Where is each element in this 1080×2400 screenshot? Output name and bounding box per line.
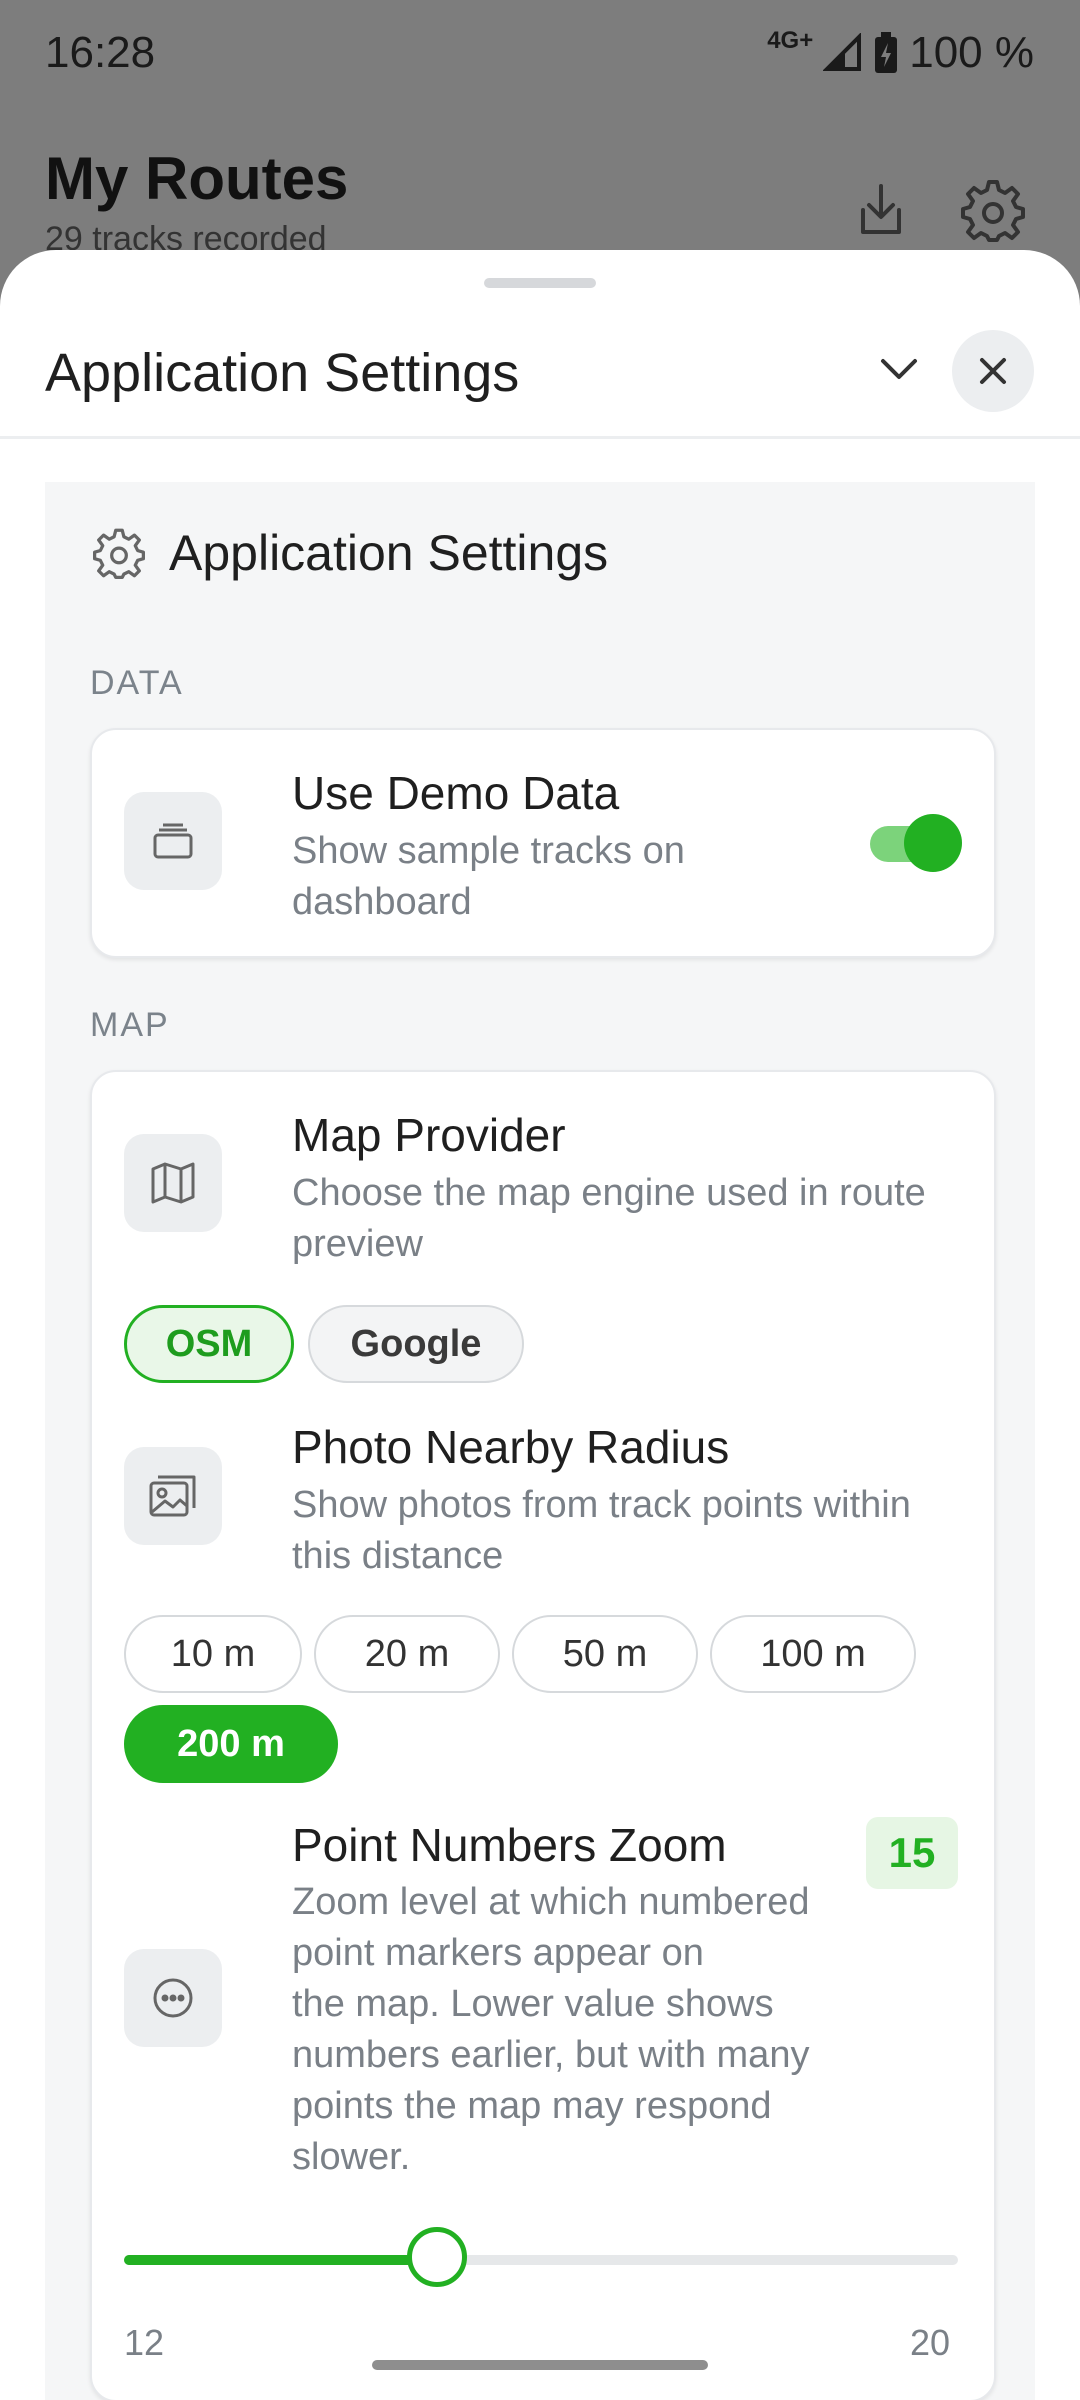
- zoom-slider-thumb[interactable]: [406, 2227, 467, 2287]
- zoom-desc-line-2: point markers appear on: [292, 1932, 704, 1974]
- settings-sheet: Application Settings Application Setting…: [0, 250, 1080, 2400]
- zoom-title: Point Numbers Zoom: [292, 1819, 727, 1871]
- drag-handle[interactable]: [484, 278, 596, 288]
- zoom-slider-max: 20: [910, 2322, 951, 2363]
- image-icon: [149, 1475, 196, 1517]
- demo-desc-line-2: dashboard: [292, 881, 472, 923]
- import-button[interactable]: [836, 165, 926, 255]
- collapse-button[interactable]: [862, 332, 936, 406]
- page-title: My Routes: [45, 145, 349, 212]
- zoom-slider-min: 12: [124, 2322, 165, 2363]
- close-button[interactable]: [952, 330, 1034, 412]
- demo-data-card: Use Demo Data Show sample tracks on dash…: [90, 728, 996, 958]
- demo-desc-line-1: Show sample tracks on: [292, 830, 685, 872]
- radius-option-20[interactable]: 20 m: [314, 1615, 500, 1693]
- provider-option-google[interactable]: Google: [308, 1305, 524, 1383]
- zoom-desc-line-6: slower.: [292, 2136, 411, 2178]
- demo-data-toggle[interactable]: [870, 812, 962, 876]
- panel-title: Application Settings: [169, 525, 609, 581]
- battery-icon: [875, 32, 898, 73]
- gear-icon: [93, 528, 145, 579]
- section-label-data: DATA: [90, 664, 184, 702]
- demo-icon-tile: [124, 792, 222, 890]
- sheet-title: Application Settings: [45, 343, 520, 403]
- network-type: 4G+: [767, 27, 814, 54]
- map-settings-card: Map Provider Choose the map engine used …: [90, 1070, 996, 2400]
- stack-icon: [153, 823, 193, 859]
- zoom-icon-tile: [124, 1949, 222, 2047]
- zoom-value-badge: 15: [866, 1817, 958, 1889]
- download-icon: [861, 184, 901, 234]
- photo-radius-desc-line-1: Show photos from track points within: [292, 1484, 911, 1526]
- signal-icon: [823, 33, 862, 71]
- photo-radius-title: Photo Nearby Radius: [292, 1421, 730, 1473]
- zoom-desc-line-1: Zoom level at which numbered: [292, 1881, 810, 1923]
- radius-option-50[interactable]: 50 m: [512, 1615, 698, 1693]
- provider-option-osm[interactable]: OSM: [124, 1305, 294, 1383]
- panel-header: Application Settings: [93, 524, 608, 582]
- battery-level: 100 %: [909, 28, 1034, 77]
- map-provider-desc-line-2: preview: [292, 1223, 423, 1265]
- toggle-knob: [904, 814, 962, 872]
- zoom-desc-line-4: numbers earlier, but with many: [292, 2034, 810, 2076]
- gear-icon: [961, 180, 1025, 242]
- photo-radius-desc-line-2: this distance: [292, 1535, 504, 1577]
- map-icon-tile: [124, 1134, 222, 1232]
- map-provider-title: Map Provider: [292, 1109, 566, 1161]
- status-indicators: 4G+ 100 %: [767, 27, 1034, 78]
- settings-panel: Application Settings DATA Use Demo Data …: [45, 482, 1035, 2400]
- map-icon: [151, 1162, 195, 1204]
- zoom-slider-fill: [124, 2255, 437, 2265]
- status-bar: 16:28 4G+ 100 %: [0, 0, 1080, 110]
- zoom-slider-track[interactable]: [124, 2255, 958, 2265]
- settings-button[interactable]: [948, 165, 1038, 255]
- map-provider-desc-line-1: Choose the map engine used in route: [292, 1172, 926, 1214]
- status-time: 16:28: [45, 28, 156, 77]
- demo-title: Use Demo Data: [292, 767, 620, 819]
- chevron-down-icon: [881, 359, 917, 379]
- radius-option-200[interactable]: 200 m: [124, 1705, 338, 1783]
- zoom-desc-line-5: points the map may respond: [292, 2085, 772, 2127]
- app-header: My Routes 29 tracks recorded: [0, 110, 1080, 260]
- photo-icon-tile: [124, 1447, 222, 1545]
- section-label-map: MAP: [90, 1006, 170, 1044]
- more-dots-icon: [153, 1978, 193, 2018]
- radius-option-10[interactable]: 10 m: [124, 1615, 302, 1693]
- close-icon: [980, 358, 1006, 384]
- header-divider: [0, 436, 1080, 439]
- radius-option-100[interactable]: 100 m: [710, 1615, 916, 1693]
- zoom-desc-line-3: the map. Lower value shows: [292, 1983, 774, 2025]
- gesture-bar[interactable]: [372, 2360, 708, 2370]
